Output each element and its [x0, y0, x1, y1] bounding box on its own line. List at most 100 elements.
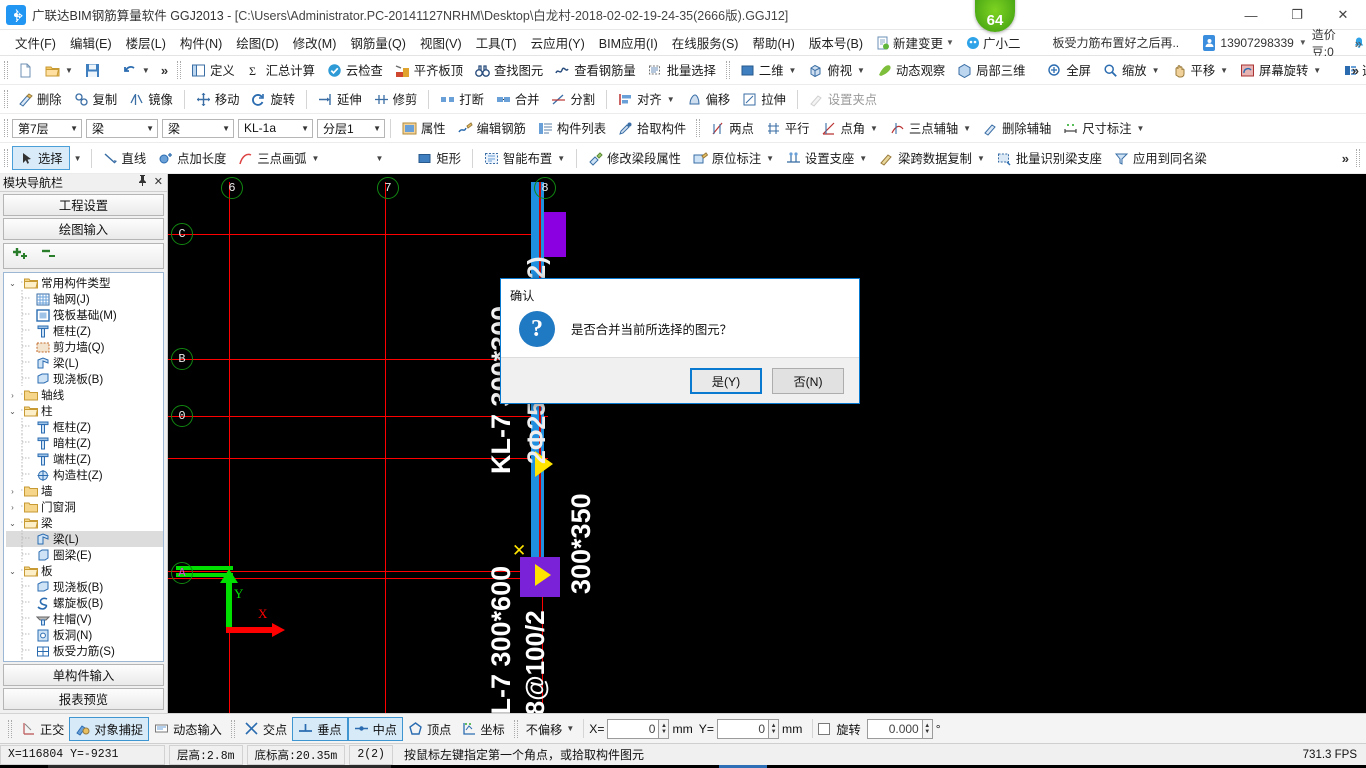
component-list-button[interactable]: 构件列表 [532, 117, 612, 139]
sublayer-chevron-down-icon[interactable]: ▼ [373, 124, 381, 133]
tree-item-板负筋f[interactable]: 板负筋(F) [6, 657, 163, 661]
move-button[interactable]: 移动 [190, 88, 246, 110]
x-input[interactable]: 0 [607, 718, 660, 739]
chevron-down-icon[interactable]: ⌄ [6, 279, 19, 288]
axis-bubble-0[interactable]: 0 [171, 405, 193, 427]
x-spin-down-icon[interactable]: ▼ [661, 729, 667, 735]
user-button[interactable]: 广小二 [960, 31, 1027, 54]
menu-floor[interactable]: 楼层(L) [119, 30, 173, 55]
trim-button[interactable]: 修剪 [368, 88, 424, 110]
screen-rotate-chevron-down-icon[interactable]: ▼ [1313, 66, 1321, 75]
toolbar-grip[interactable] [4, 61, 8, 79]
view-2d-button[interactable]: 二维 ▼ [734, 59, 803, 81]
chevron-right-icon[interactable]: › [6, 391, 19, 400]
chevron-down-icon[interactable]: ⌄ [6, 407, 19, 416]
category-chevron-down-icon[interactable]: ▼ [146, 124, 154, 133]
snap-grip[interactable] [8, 719, 12, 738]
snap-ortho-button[interactable]: 正交 [16, 718, 69, 740]
close-icon[interactable]: ✕ [154, 175, 163, 189]
rotate-button[interactable]: 旋转 [245, 88, 301, 110]
summary-calc-button[interactable]: Σ 汇总计算 [241, 59, 321, 81]
toolbar-edit-grip[interactable] [4, 90, 8, 108]
toolbar-view-overflow[interactable]: » [1347, 63, 1364, 78]
offset-chevron-down-icon[interactable]: ▼ [566, 724, 574, 733]
tree-item-墙[interactable]: › 墙 [6, 483, 163, 499]
menu-cloud[interactable]: 云应用(Y) [524, 30, 592, 55]
offset-mode-select[interactable]: 不偏移 ▼ [522, 720, 578, 738]
drawing-canvas[interactable]: ✕ 6 7 8 C B 0 A KL-7 300*300 2Φ25@100/20… [168, 174, 1366, 713]
menu-edit[interactable]: 编辑(E) [63, 30, 119, 55]
draw-more-chevron-down-icon[interactable]: ▼ [375, 154, 383, 163]
menu-bim[interactable]: BIM应用(I) [592, 30, 665, 55]
draw-grip-right[interactable] [1356, 149, 1360, 167]
toolbar-grip-3[interactable] [725, 61, 730, 79]
axis-bubble-6[interactable]: 6 [221, 177, 243, 199]
chevron-down-icon[interactable]: ⌄ [6, 519, 19, 528]
dimension-chevron-down-icon[interactable]: ▼ [1137, 124, 1145, 133]
align-chevron-down-icon[interactable]: ▼ [667, 95, 675, 104]
menu-modify[interactable]: 修改(M) [286, 30, 344, 55]
pan-button[interactable]: 平移 ▼ [1166, 59, 1235, 81]
snap-intersection-button[interactable]: 交点 [239, 718, 292, 740]
open-file-chevron-down-icon[interactable]: ▼ [65, 66, 73, 75]
open-file-button[interactable]: ▼ [39, 61, 79, 80]
menu-component[interactable]: 构件(N) [173, 30, 229, 55]
snap-object-button[interactable]: 对象捕捉 [69, 716, 150, 741]
report-preview-button[interactable]: 报表预览 [3, 688, 164, 710]
fullscreen-button[interactable]: 全屏 [1041, 59, 1097, 81]
new-file-button[interactable] [12, 61, 39, 80]
rotate-checkbox[interactable] [818, 722, 831, 735]
dynamic-observe-button[interactable]: 动态观察 [871, 59, 951, 81]
properties-button[interactable]: 属性 [396, 117, 452, 139]
account-chevron-down-icon[interactable]: ▼ [1299, 38, 1307, 47]
rotate-spin-down-icon[interactable]: ▼ [924, 729, 930, 735]
menu-online-service[interactable]: 在线服务(S) [665, 30, 746, 55]
find-element-button[interactable]: 查找图元 [469, 59, 549, 81]
component-tree[interactable]: ⌄ 常用构件类型 轴网(J) 筏板基础(M) 框柱(Z) 剪力墙(Q) 梁(L) 现浇板(B)… [3, 272, 164, 662]
axis-bubble-B[interactable]: B [171, 348, 193, 370]
category-select[interactable]: 梁 ▼ [86, 118, 158, 138]
batch-select-button[interactable]: 批量选择 [642, 59, 722, 81]
menu-overflow-button[interactable]: » [1355, 30, 1362, 56]
axis-bubble-7[interactable]: 7 [377, 177, 399, 199]
dimension-button[interactable]: 尺寸标注 ▼ [1057, 117, 1150, 139]
break-button[interactable]: 打断 [434, 88, 490, 110]
chevron-right-icon[interactable]: › [6, 503, 19, 512]
snap-dynamic-input-button[interactable]: 动态输入 [149, 718, 227, 740]
zoom-chevron-down-icon[interactable]: ▼ [1152, 66, 1160, 75]
pick-component-button[interactable]: 拾取构件 [612, 117, 692, 139]
snap-perpendicular-button[interactable]: 垂点 [292, 716, 348, 741]
single-component-input-button[interactable]: 单构件输入 [3, 664, 164, 686]
rotate-spinner[interactable]: ▲ ▼ [922, 718, 933, 739]
merge-button[interactable]: 合并 [490, 88, 546, 110]
axis-bubble-A[interactable]: A [171, 562, 193, 584]
snap-midpoint-button[interactable]: 中点 [347, 716, 403, 741]
extend-button[interactable]: 延伸 [312, 88, 368, 110]
local-3d-button[interactable]: 局部三维 [951, 59, 1031, 81]
dialog-no-button[interactable]: 否(N) [772, 367, 844, 394]
floor-chevron-down-icon[interactable]: ▼ [70, 124, 78, 133]
prop-grip[interactable] [4, 119, 8, 137]
apply-same-name-beam-button[interactable]: 应用到同名梁 [1108, 147, 1213, 169]
flush-slab-top-button[interactable]: 平齐板顶 [389, 59, 469, 81]
menu-version[interactable]: 版本号(B) [802, 30, 870, 55]
menu-draw[interactable]: 绘图(D) [229, 30, 285, 55]
sublayer-select[interactable]: 分层1 ▼ [317, 118, 385, 138]
tree-item-现浇板b[interactable]: 现浇板(B) [6, 369, 163, 387]
new-change-button[interactable]: 新建变更 ▼ [870, 31, 960, 54]
type-select[interactable]: 梁 ▼ [162, 118, 234, 138]
y-spinner[interactable]: ▲ ▼ [769, 718, 780, 739]
snap-grip-3[interactable] [513, 719, 518, 738]
smart-layout-chevron-down-icon[interactable]: ▼ [557, 154, 565, 163]
beam-span-copy-chevron-down-icon[interactable]: ▼ [977, 154, 985, 163]
project-settings-button[interactable]: 工程设置 [3, 194, 164, 216]
arc-chevron-down-icon[interactable]: ▼ [312, 154, 320, 163]
floor-select[interactable]: 第7层 ▼ [12, 118, 82, 138]
tree-item-门窗洞[interactable]: › 门窗洞 [6, 499, 163, 515]
y-input[interactable]: 0 [717, 718, 770, 739]
menu-rebar[interactable]: 钢筋量(Q) [343, 30, 413, 55]
draw-input-button[interactable]: 绘图输入 [3, 218, 164, 240]
set-support-chevron-down-icon[interactable]: ▼ [859, 154, 867, 163]
top-view-chevron-down-icon[interactable]: ▼ [857, 66, 865, 75]
undo-chevron-down-icon[interactable]: ▼ [142, 66, 150, 75]
